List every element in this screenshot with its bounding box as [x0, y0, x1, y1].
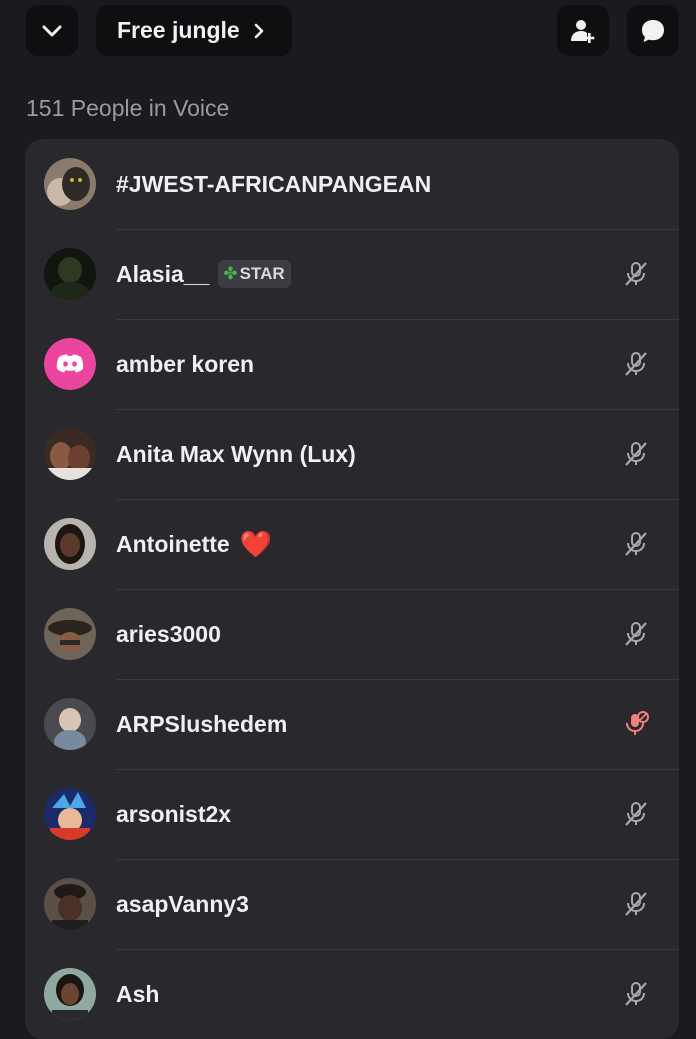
- avatar: [44, 338, 96, 390]
- avatar: [44, 968, 96, 1020]
- member-name: arsonist2x: [116, 800, 232, 827]
- top-bar: Free jungle: [0, 0, 696, 62]
- list-item[interactable]: amber koren: [25, 319, 679, 409]
- muted-mic-icon: [625, 262, 647, 286]
- collapse-button[interactable]: [26, 5, 78, 56]
- heart-emoji: ❤️: [239, 528, 273, 559]
- clover-icon: ✤: [223, 264, 238, 283]
- discord-logo-icon: [56, 354, 84, 373]
- voice-count-heading: 151 People in Voice: [26, 95, 230, 121]
- guild-tag: ✤ STAR: [218, 260, 291, 288]
- member-name: ARPSlushedem: [116, 710, 288, 737]
- list-item[interactable]: aries3000: [25, 589, 679, 679]
- voice-member-list: #JWEST-AFRICANPANGEAN Alasia__ ✤ STAR am…: [25, 139, 679, 1039]
- add-person-icon: [571, 19, 595, 43]
- channel-name-button[interactable]: Free jungle: [96, 5, 292, 56]
- avatar: [44, 608, 96, 660]
- muted-mic-icon: [625, 352, 647, 376]
- avatar: [44, 878, 96, 930]
- chevron-right-icon: [254, 23, 264, 39]
- avatar: [44, 518, 96, 570]
- member-name: Antoinette: [116, 530, 230, 557]
- muted-mic-icon: [625, 442, 647, 466]
- muted-mic-icon: [625, 622, 647, 646]
- list-item[interactable]: asapVanny3: [25, 859, 679, 949]
- list-item[interactable]: Ash: [25, 949, 679, 1039]
- avatar: [44, 428, 96, 480]
- invite-button[interactable]: [557, 5, 609, 56]
- avatar: [44, 248, 96, 300]
- guild-tag-label: STAR: [239, 264, 285, 283]
- avatar: [44, 698, 96, 750]
- member-name: aries3000: [116, 620, 221, 647]
- member-name: Ash: [116, 980, 160, 1007]
- chat-bubble-icon: [642, 19, 664, 42]
- list-item[interactable]: Anita Max Wynn (Lux): [25, 409, 679, 499]
- member-name: asapVanny3: [116, 890, 249, 917]
- muted-mic-icon: [625, 982, 647, 1006]
- member-name: #JWEST-AFRICANPANGEAN: [116, 170, 432, 197]
- muted-mic-icon: [625, 532, 647, 556]
- chevron-down-icon: [42, 25, 62, 36]
- channel-name: Free jungle: [117, 17, 240, 43]
- member-name: Alasia__: [116, 260, 210, 287]
- server-muted-mic-icon: [626, 711, 649, 735]
- list-item[interactable]: ARPSlushedem: [25, 679, 679, 769]
- divider: [116, 949, 679, 950]
- list-item[interactable]: #JWEST-AFRICANPANGEAN: [25, 139, 679, 229]
- member-name: amber koren: [116, 350, 255, 377]
- list-item[interactable]: arsonist2x: [25, 769, 679, 859]
- chat-button[interactable]: [627, 5, 679, 56]
- avatar: [44, 158, 96, 210]
- member-name: Anita Max Wynn (Lux): [116, 440, 356, 467]
- list-item[interactable]: Alasia__ ✤ STAR: [25, 229, 679, 319]
- avatar: [44, 788, 96, 840]
- list-item[interactable]: Antoinette ❤️: [25, 499, 679, 589]
- muted-mic-icon: [625, 892, 647, 916]
- muted-mic-icon: [625, 802, 647, 826]
